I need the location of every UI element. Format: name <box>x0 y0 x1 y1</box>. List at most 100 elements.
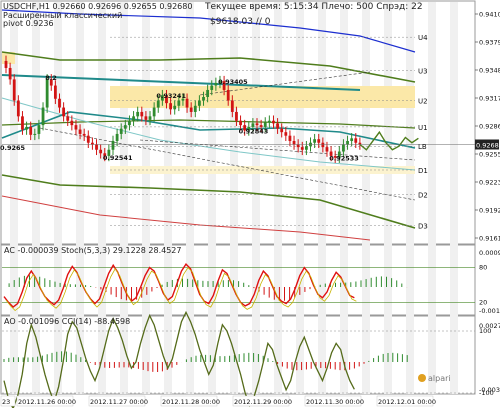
candle <box>193 105 197 112</box>
y-tick-label: 0.94100 <box>479 11 500 19</box>
candle <box>358 142 362 145</box>
price-annotation: 0.93405 <box>218 78 248 86</box>
session-band <box>208 2 216 394</box>
y-tick-label: 0.93790 <box>479 39 500 47</box>
candle <box>354 138 358 143</box>
candle <box>267 120 271 123</box>
candle <box>276 123 279 129</box>
candle <box>115 133 119 141</box>
svg-text:alpari: alpari <box>428 374 451 383</box>
session-band <box>318 2 326 394</box>
candle <box>128 120 131 126</box>
session-band <box>164 2 172 394</box>
price-annotation: 0.92533 <box>329 155 359 163</box>
candle <box>296 144 300 148</box>
candle <box>263 122 267 127</box>
candle <box>346 140 349 145</box>
pivot-level-label: D2 <box>418 192 428 200</box>
candle <box>119 128 123 134</box>
x-tick-label: 23 <box>2 398 10 406</box>
sub1-tick-label: 0.000948 <box>479 249 500 257</box>
price-annotation: 0.93241 <box>156 92 186 100</box>
candle <box>140 111 144 117</box>
sub1-tick-label: 20 <box>479 298 487 306</box>
candle <box>8 67 12 80</box>
candle <box>95 144 98 150</box>
candle <box>272 120 275 124</box>
candle <box>313 139 317 143</box>
candle <box>251 123 255 127</box>
pivot-level-label: U4 <box>418 34 428 42</box>
session-band <box>450 2 458 394</box>
session-band <box>340 2 348 394</box>
candle <box>210 85 214 90</box>
candle <box>189 107 193 112</box>
pivot-level-label: U3 <box>418 68 428 76</box>
candle <box>202 96 205 101</box>
chart-window: 0.92680 0.94100 0.93790 0.93480 0.93170 0.928… <box>0 0 500 411</box>
session-band <box>428 2 436 394</box>
candle <box>53 85 57 99</box>
candle <box>86 135 90 143</box>
candle <box>156 100 160 108</box>
candle <box>288 135 292 141</box>
candle <box>78 129 82 134</box>
trend-line <box>39 127 416 201</box>
candle <box>185 98 189 108</box>
server-time: Текущее время: 5:15:34 Плечо: 500 Спрэд:… <box>204 2 423 12</box>
candle <box>317 139 321 143</box>
session-band <box>32 2 40 394</box>
candle <box>21 116 24 130</box>
candle <box>230 100 234 112</box>
x-tick-label: 2012.12.01 00:00 <box>378 398 436 406</box>
candle <box>214 82 218 86</box>
candle <box>206 89 210 97</box>
x-tick-label: 2012.11.30 00:00 <box>306 398 364 406</box>
price-annotation: 0.9265 <box>0 144 26 152</box>
session-band <box>230 2 238 394</box>
candle <box>62 107 66 117</box>
candle <box>198 100 201 106</box>
candle <box>91 142 94 145</box>
candle <box>152 107 156 117</box>
candle <box>12 79 16 101</box>
session-band <box>384 2 392 394</box>
candle <box>66 116 70 121</box>
x-tick-label: 2012.11.26 00:00 <box>18 398 76 406</box>
candle <box>25 126 28 130</box>
candle <box>280 128 284 133</box>
candle <box>41 107 45 126</box>
candle <box>284 132 288 136</box>
balance-line: $9618.03 // 0 <box>210 17 271 27</box>
candle <box>325 147 329 152</box>
candle <box>4 60 8 68</box>
price-annotation: 8.2 <box>45 74 57 82</box>
candle <box>144 116 148 120</box>
pivot-level-label: D1 <box>418 167 428 175</box>
y-tick-label: 0.91929 <box>479 207 500 215</box>
candle <box>342 144 345 152</box>
candle <box>173 105 177 110</box>
price-tag-label: 0.92680 <box>476 141 500 149</box>
candle <box>177 100 181 106</box>
y-tick-label: 0.93480 <box>479 67 500 75</box>
candle <box>350 138 354 141</box>
y-tick-label: 0.92550 <box>479 151 500 159</box>
candle <box>300 147 304 150</box>
sub1-tick-label: 80 <box>479 264 487 272</box>
session-band <box>186 2 194 394</box>
candle <box>239 120 242 126</box>
x-tick-label: 2012.11.28 00:00 <box>162 398 220 406</box>
candle <box>292 140 296 145</box>
session-band <box>252 2 260 394</box>
candle <box>99 149 103 154</box>
candle <box>226 89 230 101</box>
y-tick-label: 0.91619 <box>479 235 500 243</box>
sub1-tick-label: -0.00108 <box>479 307 500 315</box>
candle <box>169 103 172 110</box>
candle <box>132 116 135 121</box>
ao-cci-header: AO -0.001096 CCI(14) -88.4598 <box>4 317 130 326</box>
candle <box>82 133 86 136</box>
candle <box>235 111 238 121</box>
sub2-tick-label: 100 <box>479 327 491 335</box>
